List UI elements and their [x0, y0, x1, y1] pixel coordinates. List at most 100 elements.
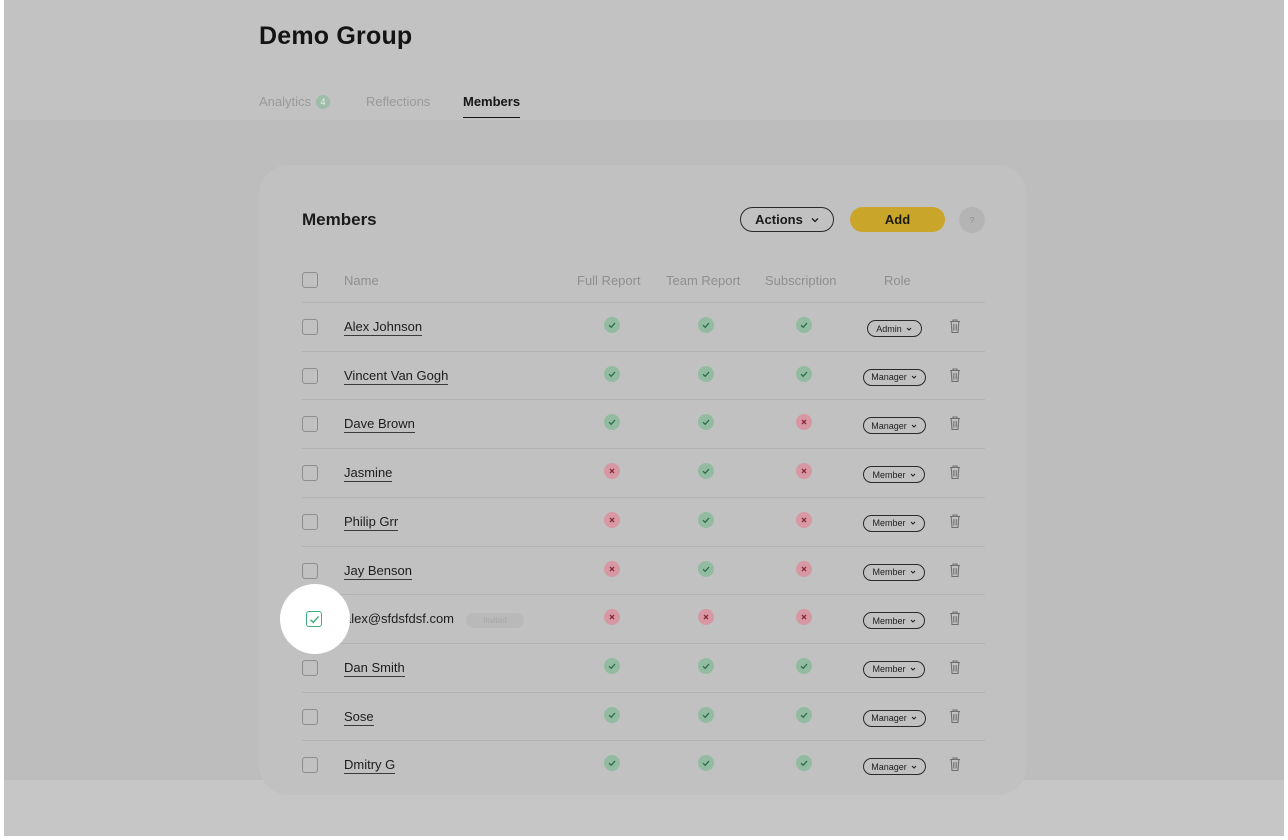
team-report-status — [698, 755, 714, 772]
member-name-link[interactable]: Jay Benson — [344, 563, 412, 580]
row-checkbox-wrap — [302, 367, 318, 384]
row-checkbox-wrap — [302, 416, 318, 433]
members-card-title: Members — [302, 210, 377, 229]
row-checkbox[interactable] — [302, 757, 318, 774]
subscription-status — [796, 511, 812, 528]
member-name-link[interactable]: Sose — [344, 709, 374, 726]
full-report-status — [604, 365, 620, 382]
tab-analytics[interactable]: Analytics 4 — [259, 94, 331, 118]
full-report-status — [604, 755, 620, 772]
trash-icon[interactable] — [948, 415, 962, 431]
subscription-status — [796, 414, 812, 431]
role-dropdown[interactable]: Member — [863, 563, 925, 581]
row-checkbox[interactable] — [302, 659, 318, 676]
cross-icon — [801, 614, 807, 620]
full-report-status — [604, 511, 620, 528]
check-icon — [608, 322, 616, 329]
row-checkbox[interactable] — [302, 465, 318, 482]
trash-icon[interactable] — [948, 610, 962, 626]
role-dropdown[interactable]: Manager — [862, 368, 926, 386]
trash-icon[interactable] — [948, 513, 962, 529]
chevron-down-icon — [811, 217, 819, 222]
member-name-link[interactable]: Vincent Van Gogh — [344, 368, 449, 385]
subscription-status — [796, 706, 812, 723]
actions-dropdown-button[interactable]: Actions — [740, 207, 834, 232]
role-dropdown[interactable]: Member — [863, 612, 925, 630]
trash-icon[interactable] — [948, 367, 962, 383]
role-label: Manager — [871, 761, 907, 772]
member-name-link[interactable]: Dan Smith — [344, 660, 405, 677]
table-row: Sose Manager — [302, 691, 985, 741]
row-checkbox-wrap — [302, 757, 318, 774]
chevron-down-icon — [910, 668, 915, 672]
member-name-link[interactable]: Dmitry G — [344, 757, 396, 775]
role-dropdown[interactable]: Manager — [862, 709, 926, 727]
role-dropdown[interactable]: Member — [863, 466, 925, 484]
check-icon — [702, 517, 710, 524]
trash-icon[interactable] — [948, 464, 962, 480]
member-name-link[interactable]: alex@sfdsfdsf.com — [344, 611, 454, 627]
role-dropdown[interactable]: Manager — [862, 417, 926, 435]
check-icon — [702, 419, 710, 426]
team-report-status — [698, 414, 714, 431]
check-icon — [702, 760, 710, 767]
row-checkbox-wrap — [302, 659, 318, 676]
role-dropdown[interactable]: Admin — [866, 320, 922, 337]
help-button[interactable]: ? — [959, 207, 985, 233]
subscription-status — [796, 560, 812, 577]
trash-icon[interactable] — [948, 318, 962, 334]
table-row: Jasmine Member — [302, 448, 985, 497]
role-dropdown[interactable]: Manager — [862, 758, 926, 776]
tab-reflections[interactable]: Reflections — [366, 94, 430, 118]
trash-icon[interactable] — [948, 659, 962, 675]
table-row: Jay Benson Member — [302, 545, 985, 595]
col-header-name: Name — [344, 273, 379, 288]
select-all-checkbox-wrap — [302, 272, 318, 288]
row-checkbox[interactable] — [302, 708, 318, 725]
cross-icon — [609, 517, 615, 523]
team-report-status — [698, 560, 714, 577]
row-checkbox[interactable] — [302, 319, 318, 335]
row-checkbox[interactable] — [302, 562, 318, 579]
member-name-link[interactable]: Alex Johnson — [344, 319, 423, 336]
full-report-status — [604, 560, 620, 577]
trash-icon[interactable] — [948, 562, 962, 578]
full-report-status — [604, 463, 620, 480]
tab-analytics-label: Analytics — [259, 94, 312, 109]
trash-icon[interactable] — [948, 708, 962, 724]
team-report-status — [698, 657, 714, 674]
row-checkbox-checked[interactable] — [306, 611, 322, 627]
full-report-status — [604, 706, 620, 723]
add-member-button[interactable]: Add — [850, 207, 945, 232]
tab-members[interactable]: Members — [463, 94, 521, 118]
check-icon — [800, 663, 808, 670]
check-icon — [702, 371, 710, 377]
member-name-link[interactable]: Philip Grr — [344, 514, 399, 531]
app-frame: Demo Group Analytics 4 Reflections Member… — [4, 0, 1284, 836]
chevron-down-icon — [906, 327, 912, 331]
member-name-link[interactable]: Dave Brown — [344, 416, 415, 434]
trash-icon[interactable] — [948, 756, 962, 772]
row-checkbox-wrap — [302, 513, 318, 530]
row-checkbox[interactable] — [302, 513, 318, 530]
chevron-down-icon — [911, 424, 917, 428]
table-row: Philip Grr Member — [302, 496, 985, 546]
row-checkbox-wrap — [302, 562, 318, 579]
chevron-down-icon — [911, 716, 917, 720]
check-icon — [702, 322, 710, 329]
chevron-down-icon — [911, 375, 917, 379]
check-icon — [608, 663, 616, 670]
member-name-link[interactable]: Jasmine — [344, 465, 393, 483]
chevron-down-icon — [910, 473, 915, 477]
role-dropdown[interactable]: Member — [863, 514, 925, 532]
cross-icon — [609, 566, 615, 571]
table-row: Dave Brown Manager — [302, 399, 985, 448]
row-checkbox[interactable] — [302, 367, 318, 384]
table-row: Alex Johnson Admin — [302, 302, 985, 351]
row-checkbox[interactable] — [302, 416, 318, 433]
check-icon — [608, 712, 616, 718]
role-dropdown[interactable]: Member — [863, 660, 925, 678]
cross-icon — [801, 468, 807, 474]
col-header-team-report: Team Report — [666, 273, 741, 288]
select-all-checkbox[interactable] — [302, 272, 318, 288]
